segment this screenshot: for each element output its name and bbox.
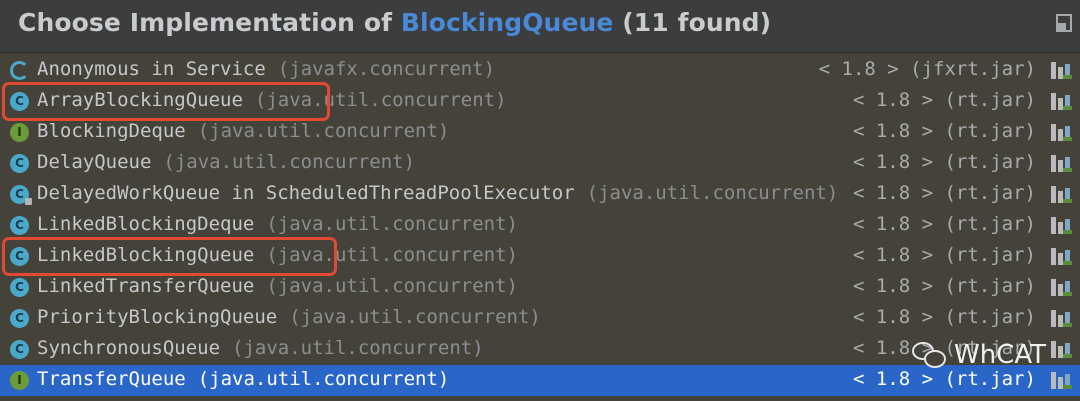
choose-implementation-popup: Choose Implementation of BlockingQueue (… <box>0 0 1080 401</box>
library-jar-icon <box>1050 123 1072 141</box>
item-label: TransferQueue (java.util.concurrent) <box>37 368 449 390</box>
package-name: (java.util.concurrent) <box>232 337 484 359</box>
library-jar-icon <box>1050 216 1072 234</box>
item-label: LinkedTransferQueue (java.util.concurrent… <box>37 275 518 297</box>
implementation-item[interactable]: C LinkedBlockingQueue (java.util.concurren… <box>0 241 1080 272</box>
anonymous-class-icon <box>10 61 29 80</box>
class-icon: C <box>10 340 29 359</box>
library-version: < 1.8 > (rt.jar) <box>852 151 1036 173</box>
package-name: (java.util.concurrent) <box>197 120 450 142</box>
item-label: DelayQueue (java.util.concurrent) <box>37 151 415 173</box>
title-class-name: BlockingQueue <box>400 8 614 37</box>
implementation-item[interactable]: C PriorityBlockingQueue (java.util.concurr… <box>0 303 1080 334</box>
title-count: (11 found) <box>613 8 772 37</box>
item-label: LinkedBlockingQueue (java.util.concurrent… <box>37 244 518 266</box>
implementation-item[interactable]: C DelayedWorkQueue in ScheduledThreadPool… <box>0 179 1080 210</box>
class-icon: C <box>10 278 29 297</box>
class-icon: C <box>10 309 29 328</box>
watermark: WhCAT <box>912 336 1046 374</box>
library-version: < 1.8 > (rt.jar) <box>852 120 1036 142</box>
item-label: BlockingDeque (java.util.concurrent) <box>37 120 449 142</box>
item-label: DelayedWorkQueue in ScheduledThreadPoolE… <box>37 182 838 204</box>
implementation-item[interactable]: C DelayQueue (java.util.concurrent) < 1.8 >… <box>0 148 1080 179</box>
implementation-item[interactable]: C LinkedBlockingDeque (java.util.concurren… <box>0 210 1080 241</box>
library-version: < 1.8 > (rt.jar) <box>852 89 1036 111</box>
item-label: Anonymous in Service (javafx.concurrent) <box>37 58 495 80</box>
title-prefix: Choose Implementation of <box>18 8 401 37</box>
class-name: Anonymous in Service <box>37 58 266 80</box>
popup-title: Choose Implementation of BlockingQueue (… <box>18 8 771 37</box>
library-jar-icon <box>1050 61 1072 79</box>
class-name: TransferQueue <box>37 368 186 390</box>
item-label: PriorityBlockingQueue (java.util.concurre… <box>37 306 541 328</box>
wechat-logo-icon <box>912 340 948 370</box>
class-icon: C <box>10 216 29 235</box>
library-version: < 1.8 > (rt.jar) <box>852 213 1036 235</box>
class-name: LinkedBlockingDeque <box>37 213 255 235</box>
implementation-item[interactable]: I BlockingDeque (java.util.concurrent) < 1.… <box>0 117 1080 148</box>
package-name: (java.util.concurrent) <box>254 89 507 111</box>
package-name: (java.util.concurrent) <box>266 213 519 235</box>
class-name: LinkedBlockingQueue <box>37 244 255 266</box>
library-jar-icon <box>1050 340 1072 358</box>
package-name: (java.util.concurrent) <box>163 151 416 173</box>
implementation-item[interactable]: Anonymous in Service (javafx.concurrent) <… <box>0 55 1080 86</box>
library-jar-icon <box>1050 154 1072 172</box>
package-name: (java.util.concurrent) <box>586 182 839 204</box>
library-version: < 1.8 > (rt.jar) <box>852 275 1036 297</box>
class-name: SynchronousQueue <box>37 337 221 359</box>
class-name: ArrayBlockingQueue <box>37 89 243 111</box>
class-name: BlockingDeque <box>37 120 186 142</box>
class-name: DelayedWorkQueue in ScheduledThreadPoolE… <box>37 182 575 204</box>
library-version: < 1.8 > (jfxrt.jar) <box>818 58 1036 80</box>
library-jar-icon <box>1050 371 1072 389</box>
package-name: (java.util.concurrent) <box>266 244 519 266</box>
library-jar-icon <box>1050 278 1072 296</box>
package-name: (javafx.concurrent) <box>277 58 496 80</box>
item-label: LinkedBlockingDeque (java.util.concurrent… <box>37 213 518 235</box>
item-label: ArrayBlockingQueue (java.util.concurrent) <box>37 89 507 111</box>
watermark-text: WhCAT <box>954 340 1046 370</box>
library-version: < 1.8 > (rt.jar) <box>852 244 1036 266</box>
library-jar-icon <box>1050 247 1072 265</box>
class-icon: C <box>10 154 29 173</box>
interface-icon: I <box>10 371 29 390</box>
item-label: SynchronousQueue (java.util.concurrent) <box>37 337 484 359</box>
interface-icon: I <box>10 123 29 142</box>
class-name: LinkedTransferQueue <box>37 275 255 297</box>
class-icon: C <box>10 92 29 111</box>
class-name: PriorityBlockingQueue <box>37 306 278 328</box>
class-name: DelayQueue <box>37 151 152 173</box>
library-version: < 1.8 > (rt.jar) <box>852 306 1036 328</box>
package-name: (java.util.concurrent) <box>266 275 519 297</box>
popup-header: Choose Implementation of BlockingQueue (… <box>0 0 1080 53</box>
package-name: (java.util.concurrent) <box>197 368 450 390</box>
private-class-icon: C <box>10 185 32 205</box>
package-name: (java.util.concurrent) <box>289 306 541 328</box>
library-jar-icon <box>1050 185 1072 203</box>
implementation-item[interactable]: C ArrayBlockingQueue (java.util.concurrent… <box>0 86 1080 117</box>
open-in-window-icon[interactable] <box>1056 14 1072 32</box>
library-jar-icon <box>1050 309 1072 327</box>
class-icon: C <box>10 247 29 266</box>
library-version: < 1.8 > (rt.jar) <box>852 182 1036 204</box>
library-jar-icon <box>1050 92 1072 110</box>
implementation-item[interactable]: C LinkedTransferQueue (java.util.concurren… <box>0 272 1080 303</box>
